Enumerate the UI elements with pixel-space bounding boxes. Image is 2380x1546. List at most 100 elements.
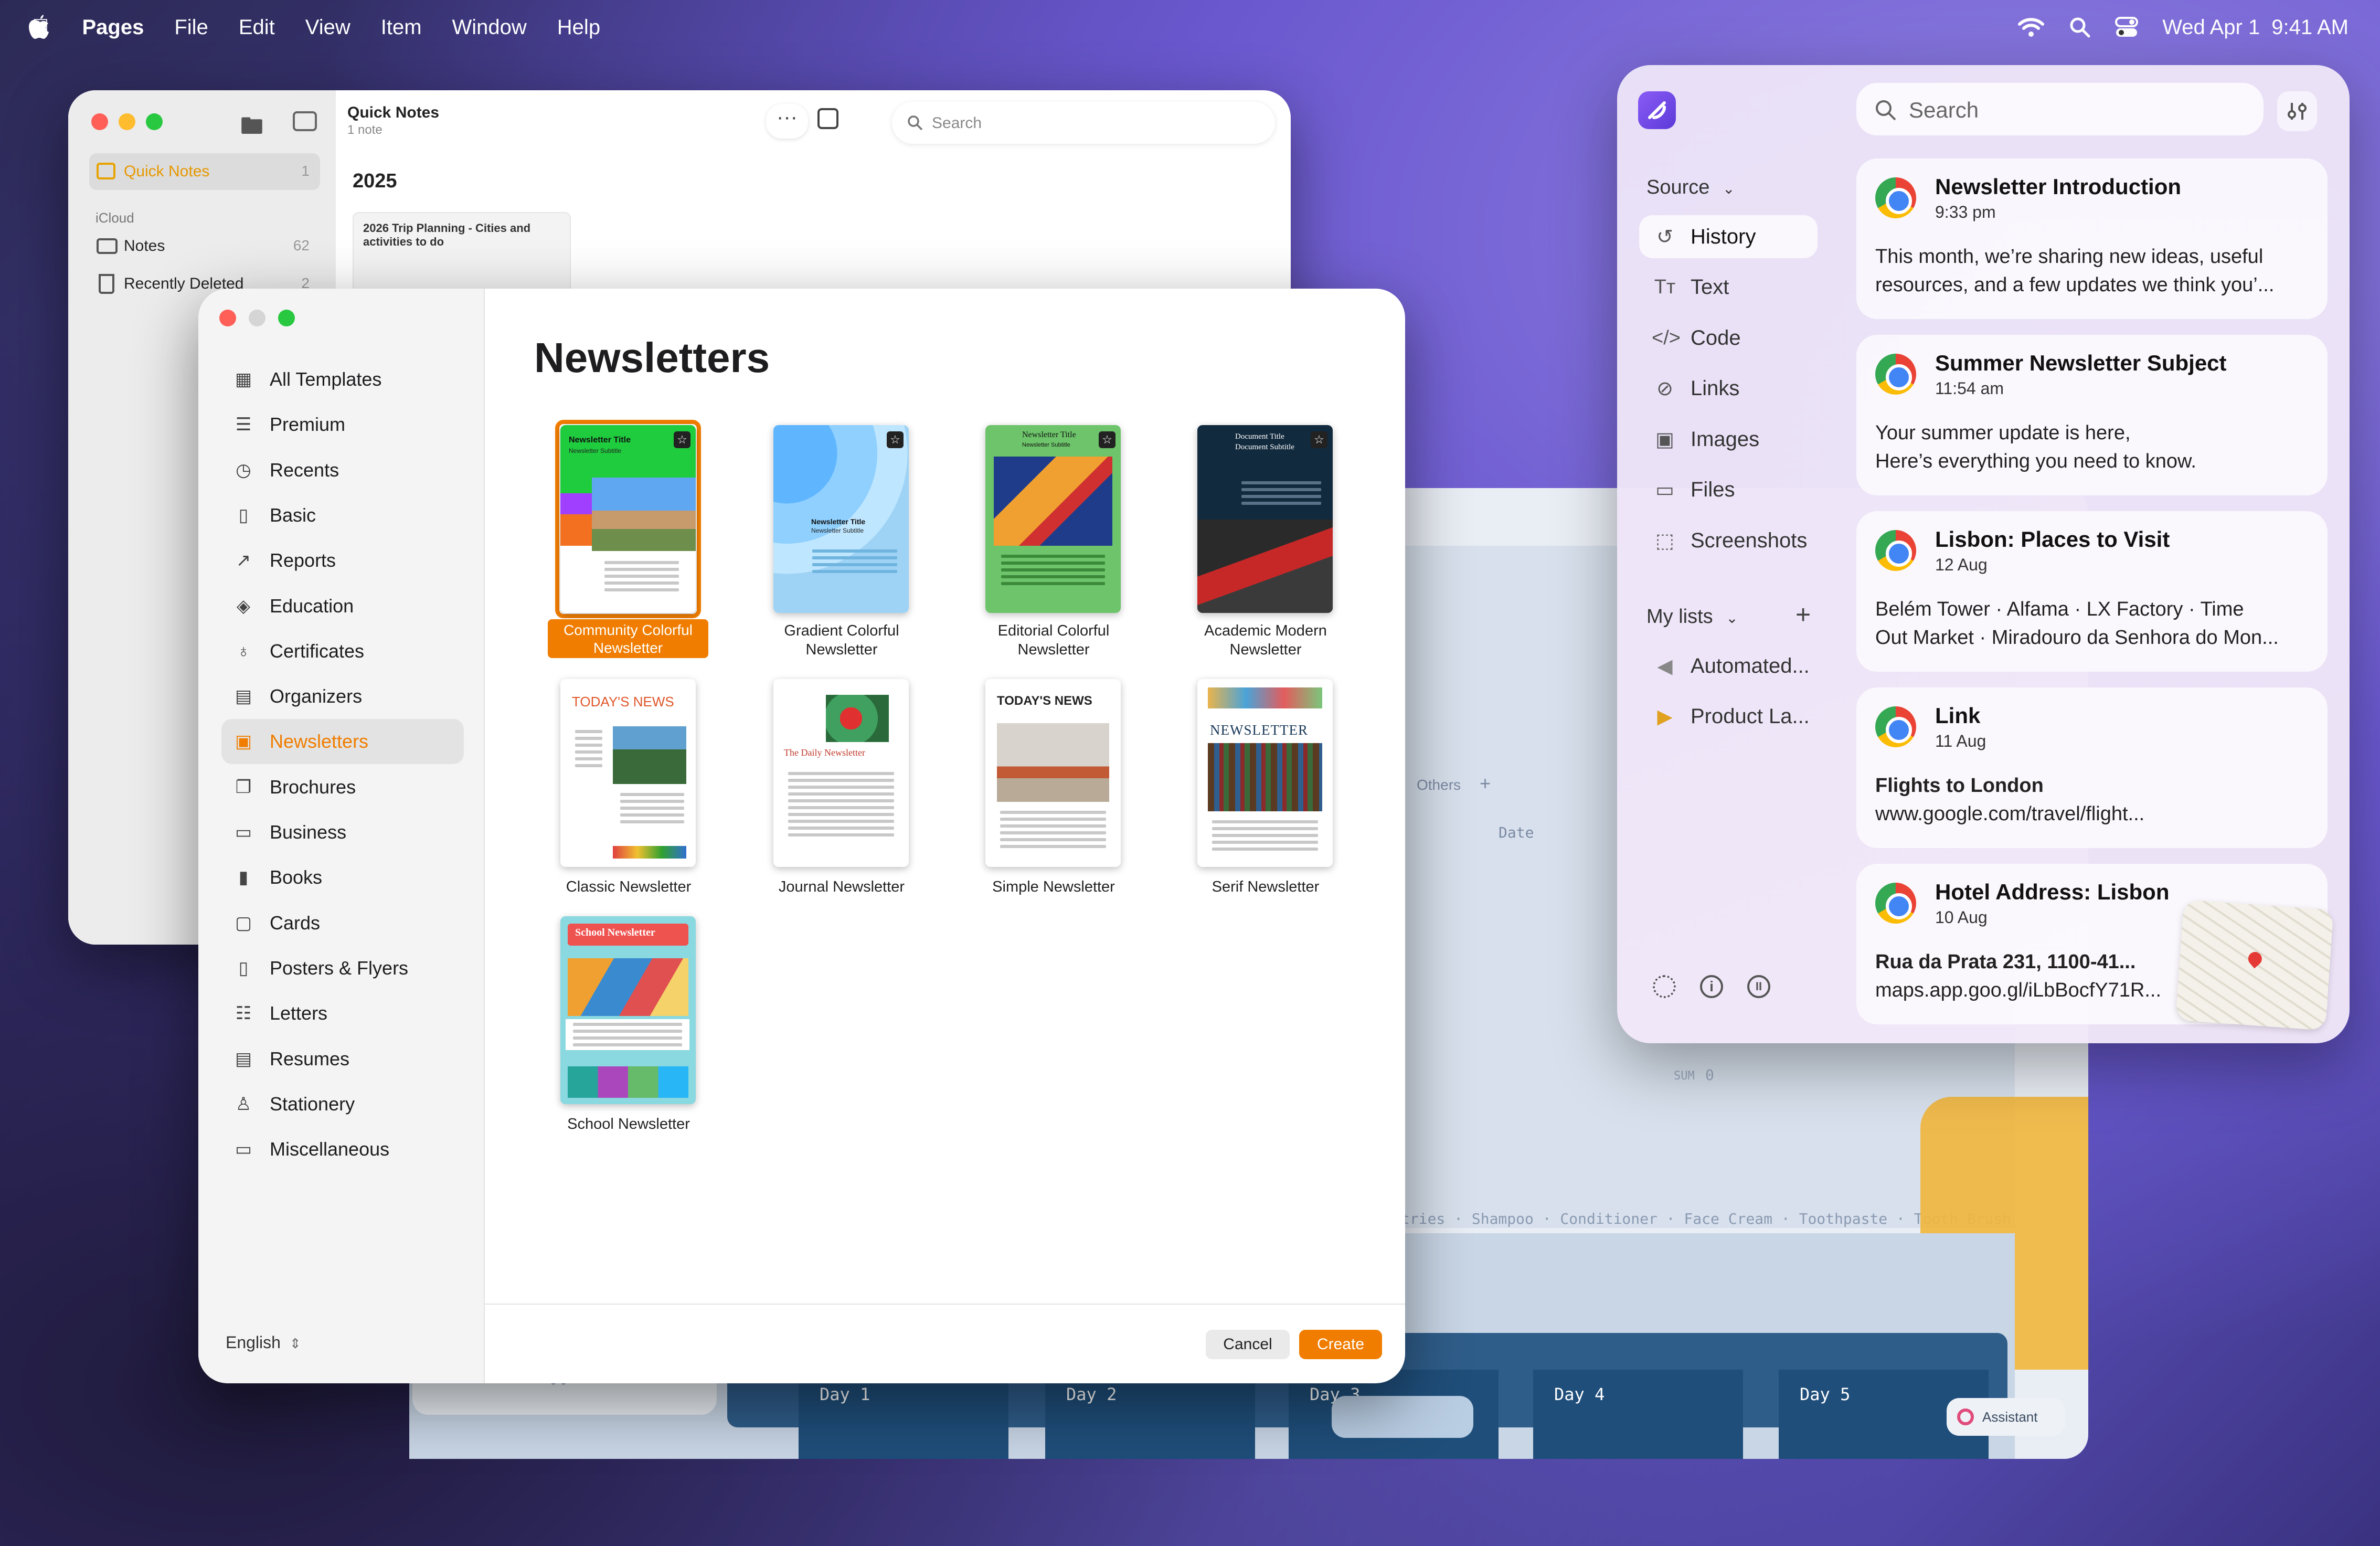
category-letters[interactable]: ☷ Letters (221, 991, 464, 1036)
add-list-icon[interactable]: + (1795, 599, 1811, 630)
template-label[interactable]: Journal Newsletter (758, 877, 926, 896)
close-button[interactable] (219, 310, 236, 326)
template-label[interactable]: Serif Newsletter (1182, 877, 1350, 896)
category-label: Newsletters (270, 730, 369, 753)
category-certificates[interactable]: ♁ Certificates (221, 629, 464, 674)
category-stationery[interactable]: ♙ Stationery (221, 1082, 464, 1127)
quick-notes-label: Quick Notes (124, 163, 210, 180)
language-selector[interactable]: English ⇕ (226, 1333, 301, 1352)
sidebar-toggle-icon[interactable] (293, 111, 317, 131)
template-label[interactable]: Classic Newsletter (545, 877, 713, 896)
minimize-button[interactable] (119, 113, 135, 130)
spotlight-search-icon[interactable] (2069, 16, 2091, 38)
category-resumes[interactable]: ▤ Resumes (221, 1036, 464, 1082)
template-label[interactable]: School Newsletter (545, 1115, 713, 1134)
info-icon[interactable]: i (1700, 975, 1723, 998)
template-gradient-colorful[interactable]: ☆ Newsletter Title Newsletter Subtitle (773, 425, 909, 613)
menu-date[interactable]: Wed Apr 1 (2162, 16, 2260, 39)
template-journal[interactable]: The Daily Newsletter (773, 679, 909, 867)
others-tab[interactable]: Others (1417, 777, 1461, 793)
template-label[interactable]: Academic Modern Newsletter (1182, 621, 1350, 659)
template-school[interactable]: School Newsletter (560, 916, 696, 1104)
zoom-button[interactable] (278, 310, 295, 326)
menu-file[interactable]: File (174, 16, 208, 39)
template-label-selected[interactable]: Community Colorful Newsletter (548, 619, 708, 658)
template-label[interactable]: Gradient Colorful Newsletter (758, 621, 926, 659)
thumb-title: Newsletter Title (1022, 430, 1076, 439)
floating-toolbar[interactable] (1332, 1396, 1473, 1438)
menu-app-name[interactable]: Pages (82, 16, 144, 39)
pause-icon[interactable]: II (1747, 975, 1770, 998)
menu-view[interactable]: View (305, 16, 350, 39)
source-screenshots[interactable]: ⬚ Screenshots (1639, 519, 1818, 562)
zoom-button[interactable] (146, 113, 163, 130)
category-premium[interactable]: ☰ Premium (221, 402, 464, 447)
cancel-button[interactable]: Cancel (1206, 1330, 1290, 1359)
day-card-4[interactable]: Day 4 (1533, 1370, 1743, 1459)
category-recents[interactable]: ◷ Recents (221, 448, 464, 493)
template-community-colorful[interactable]: Newsletter Title Newsletter Subtitle ☆ (560, 425, 696, 613)
source-code[interactable]: </> Code (1639, 316, 1818, 359)
source-files[interactable]: ▭ Files (1639, 469, 1818, 512)
category-organizers[interactable]: ▤ Organizers (221, 674, 464, 719)
menu-edit[interactable]: Edit (239, 16, 275, 39)
category-reports[interactable]: ↗ Reports (221, 538, 464, 583)
minimize-button[interactable] (249, 310, 265, 326)
category-miscellaneous[interactable]: ▭ Miscellaneous (221, 1127, 464, 1172)
menu-item[interactable]: Item (381, 16, 422, 39)
source-label: Links (1691, 377, 1740, 400)
template-editorial-colorful[interactable]: Newsletter Title Newsletter Subtitle ☆ (985, 425, 1121, 613)
control-center-icon[interactable] (2115, 17, 2139, 38)
source-images[interactable]: ▣ Images (1639, 418, 1818, 461)
link-icon: ⊘ (1656, 378, 1673, 400)
clipboard-card[interactable]: Link 11 Aug Flights to London www.google.co… (1856, 687, 2328, 848)
category-cards[interactable]: ▢ Cards (221, 901, 464, 946)
template-serif[interactable]: NEWSLETTER (1197, 679, 1333, 867)
history-icon: ↺ (1656, 226, 1673, 248)
sidebar-item-quick-notes[interactable]: Quick Notes 1 (89, 153, 320, 190)
settings-icon[interactable] (1653, 975, 1676, 998)
more-button[interactable]: ··· (766, 104, 808, 139)
category-brochures[interactable]: ❐ Brochures (221, 765, 464, 810)
list-item[interactable]: ▶ Product La... (1639, 695, 1818, 738)
my-lists-header[interactable]: My lists ⌄ (1646, 606, 1738, 628)
template-classic[interactable]: TODAY'S NEWS (560, 679, 696, 867)
menu-help[interactable]: Help (557, 16, 600, 39)
template-label[interactable]: Editorial Colorful Newsletter (970, 621, 1138, 659)
new-folder-icon[interactable]: 🖿 (240, 109, 263, 149)
clipboard-search-field[interactable]: Search (1856, 83, 2264, 135)
sidebar-item-notes[interactable]: Notes 62 (89, 228, 320, 264)
template-label[interactable]: Simple Newsletter (970, 877, 1138, 896)
assistant-button[interactable]: Assistant (1947, 1398, 2065, 1436)
category-books[interactable]: ▮ Books (221, 855, 464, 900)
add-tab-icon[interactable]: + (1480, 772, 1491, 795)
close-button[interactable] (91, 113, 108, 130)
wifi-icon[interactable] (2017, 17, 2045, 38)
clipboard-card[interactable]: Newsletter Introduction 9:33 pm This month… (1856, 158, 2328, 319)
clipboard-card[interactable]: Summer Newsletter Subject 11:54 am Your su… (1856, 335, 2328, 495)
source-text[interactable]: Tт Text (1639, 266, 1818, 309)
apple-icon[interactable]: ︎ (28, 13, 50, 41)
source-links[interactable]: ⊘ Links (1639, 367, 1818, 410)
filter-settings-icon[interactable] (2277, 91, 2317, 131)
doc-icon: ▯ (238, 505, 249, 525)
category-newsletters[interactable]: ▣ Newsletters (221, 719, 464, 765)
create-button[interactable]: Create (1299, 1330, 1382, 1359)
clipboard-card[interactable]: Lisbon: Places to Visit 12 Aug Belém Tower… (1856, 511, 2328, 672)
category-posters-flyers[interactable]: ▯ Posters & Flyers (221, 946, 464, 991)
notes-search-field[interactable]: Search (892, 102, 1275, 144)
source-header[interactable]: Source ⌄ (1646, 176, 1735, 199)
compose-icon[interactable] (817, 108, 838, 129)
source-history[interactable]: ↺ History (1639, 215, 1818, 258)
list-item[interactable]: ◀ Automated... (1639, 644, 1818, 687)
category-business[interactable]: ▭ Business (221, 810, 464, 855)
category-all-templates[interactable]: ▦ All Templates (221, 357, 464, 402)
template-simple[interactable]: TODAY'S NEWS (985, 679, 1121, 867)
category-education[interactable]: ◈ Education (221, 584, 464, 629)
menu-window[interactable]: Window (452, 16, 527, 39)
menu-time[interactable]: 9:41 AM (2271, 16, 2349, 39)
template-label-line1: Serif Newsletter (1212, 878, 1320, 895)
category-basic[interactable]: ▯ Basic (221, 493, 464, 538)
template-academic-modern[interactable]: Document Title Document Subtitle ☆ (1197, 425, 1333, 613)
app-logo-icon[interactable] (1638, 91, 1676, 129)
